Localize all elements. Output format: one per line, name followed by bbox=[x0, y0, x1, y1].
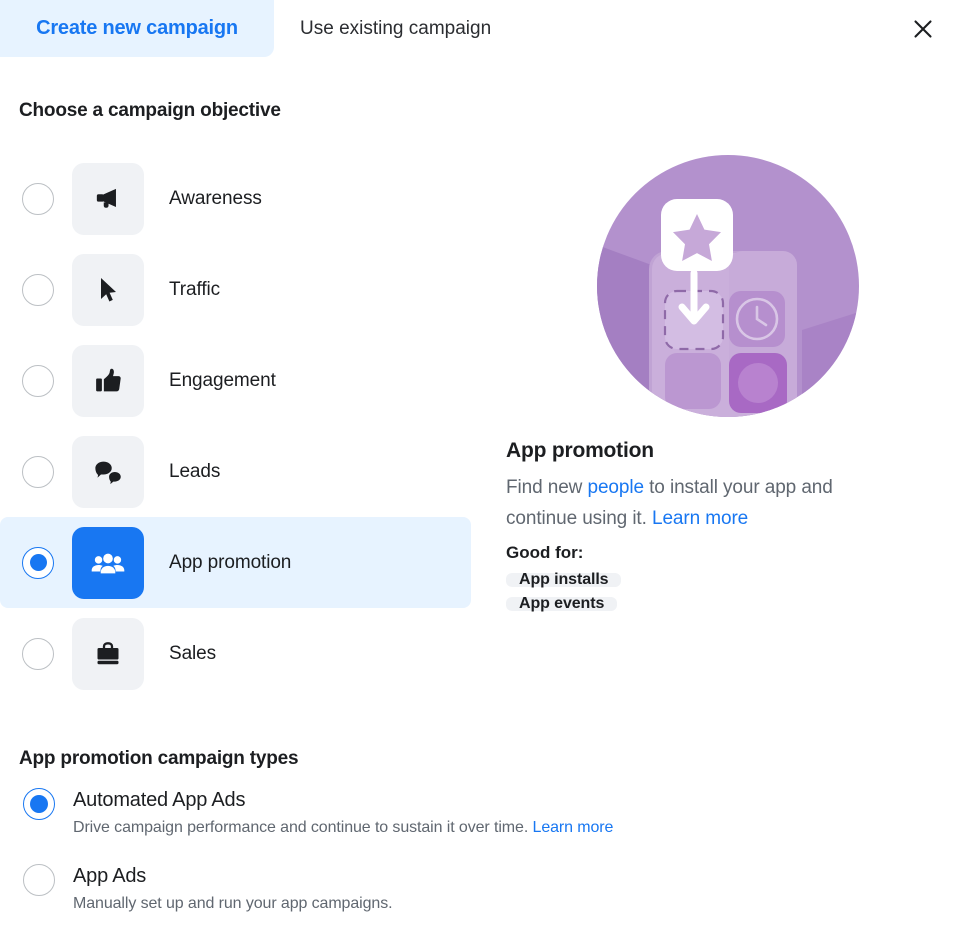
objective-detail-panel: App promotion Find new people to install… bbox=[506, 155, 936, 612]
campaign-type-desc-app-ads: Manually set up and run your app campaig… bbox=[73, 895, 393, 912]
campaign-type-desc-automated: Drive campaign performance and continue … bbox=[73, 819, 613, 837]
objective-row-awareness[interactable]: Awareness bbox=[0, 153, 471, 244]
cursor-icon bbox=[72, 253, 144, 326]
campaign-type-text-automated: Automated App Ads Drive campaign perform… bbox=[73, 787, 613, 837]
radio-awareness[interactable] bbox=[22, 182, 54, 215]
objective-row-engagement[interactable]: Engagement bbox=[0, 335, 471, 426]
objective-label-app-promotion: App promotion bbox=[169, 551, 292, 573]
radio-engagement[interactable] bbox=[22, 364, 54, 397]
thumbs-up-icon bbox=[72, 344, 144, 417]
tab-use-existing-campaign-label: Use existing campaign bbox=[300, 17, 492, 39]
close-button[interactable] bbox=[906, 12, 940, 46]
close-icon bbox=[911, 17, 935, 41]
campaign-type-row-app-ads[interactable]: App Ads Manually set up and run your app… bbox=[0, 863, 920, 913]
good-for-badges-2: App events bbox=[506, 587, 936, 612]
tab-use-existing-campaign[interactable]: Use existing campaign bbox=[274, 0, 517, 57]
detail-description: Find new people to install your app and … bbox=[506, 472, 906, 534]
tab-create-new-campaign[interactable]: Create new campaign bbox=[0, 0, 274, 57]
badge-app-installs: App installs bbox=[506, 572, 622, 588]
app-promotion-illustration bbox=[597, 155, 859, 417]
campaign-types-list: Automated App Ads Drive campaign perform… bbox=[0, 787, 920, 939]
radio-sales[interactable] bbox=[22, 637, 54, 670]
shopping-bag-icon bbox=[72, 617, 144, 690]
radio-app-promotion[interactable] bbox=[22, 546, 54, 579]
megaphone-icon bbox=[72, 162, 144, 235]
campaign-type-row-automated-app-ads[interactable]: Automated App Ads Drive campaign perform… bbox=[0, 787, 920, 837]
people-group-icon bbox=[72, 526, 144, 599]
objective-section-title: Choose a campaign objective bbox=[19, 100, 281, 121]
campaign-type-label-app-ads: App Ads bbox=[73, 865, 147, 887]
detail-description-part1: Find new bbox=[506, 477, 588, 498]
objective-row-sales[interactable]: Sales bbox=[0, 608, 471, 699]
radio-app-ads[interactable] bbox=[23, 864, 55, 896]
campaign-type-text-app-ads: App Ads Manually set up and run your app… bbox=[73, 863, 393, 913]
radio-traffic[interactable] bbox=[22, 273, 54, 306]
campaign-type-desc-automated-text: Drive campaign performance and continue … bbox=[73, 819, 533, 836]
objective-label-sales: Sales bbox=[169, 642, 217, 664]
objective-list: Awareness Traffic Engagement Leads App p… bbox=[0, 153, 471, 699]
campaign-type-label-automated-app-ads: Automated App Ads bbox=[73, 789, 246, 811]
tab-create-new-campaign-label: Create new campaign bbox=[36, 17, 238, 39]
types-section-title: App promotion campaign types bbox=[19, 748, 299, 769]
good-for-label: Good for: bbox=[506, 543, 584, 562]
objective-row-leads[interactable]: Leads bbox=[0, 426, 471, 517]
tab-bar: Create new campaign Use existing campaig… bbox=[0, 0, 960, 57]
badge-app-events: App events bbox=[506, 596, 618, 612]
radio-automated-app-ads[interactable] bbox=[23, 788, 55, 820]
objective-label-awareness: Awareness bbox=[169, 187, 262, 209]
objective-label-traffic: Traffic bbox=[169, 278, 221, 300]
objective-row-traffic[interactable]: Traffic bbox=[0, 244, 471, 335]
good-for-badges: App installs bbox=[506, 563, 936, 588]
learn-more-link-detail[interactable]: Learn more bbox=[652, 508, 748, 529]
learn-more-link-automated[interactable]: Learn more bbox=[533, 819, 614, 836]
objective-label-engagement: Engagement bbox=[169, 369, 276, 391]
chat-bubbles-icon bbox=[72, 435, 144, 508]
people-link[interactable]: people bbox=[587, 477, 644, 498]
radio-leads[interactable] bbox=[22, 455, 54, 488]
objective-row-app-promotion[interactable]: App promotion bbox=[0, 517, 471, 608]
objective-label-leads: Leads bbox=[169, 460, 221, 482]
detail-title: App promotion bbox=[506, 439, 654, 462]
